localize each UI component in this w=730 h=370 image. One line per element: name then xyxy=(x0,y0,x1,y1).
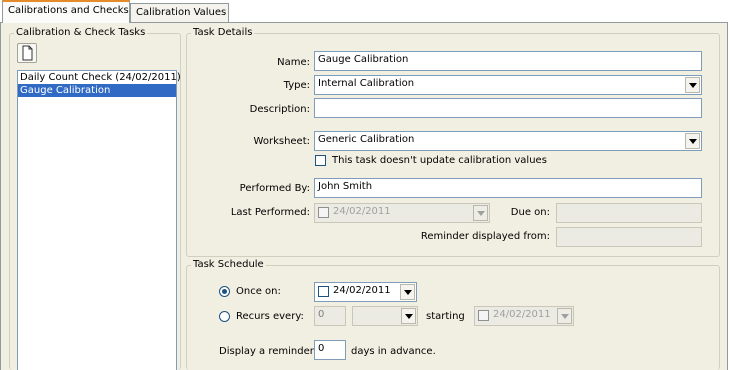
chevron-down-icon[interactable] xyxy=(401,308,416,324)
once-label: Once on: xyxy=(236,286,281,297)
chevron-down-icon xyxy=(557,308,572,324)
chevron-down-icon[interactable] xyxy=(400,284,415,300)
due-on-label: Due on: xyxy=(510,207,550,218)
recurs-label: Recurs every: xyxy=(236,311,304,322)
type-select[interactable]: Internal Calibration xyxy=(314,75,702,95)
chevron-down-icon[interactable] xyxy=(685,133,700,149)
description-label: Description: xyxy=(249,104,310,115)
last-performed-date[interactable]: 24/02/2011 xyxy=(314,203,490,223)
performed-by-field[interactable]: John Smith xyxy=(314,178,702,198)
reminder-from-field xyxy=(556,227,702,247)
list-item-selected[interactable]: Gauge Calibration xyxy=(18,84,176,97)
chevron-down-icon[interactable] xyxy=(685,77,700,93)
tab-strip: Calibrations and Checks Calibration Valu… xyxy=(0,0,730,23)
task-details-title: Task Details xyxy=(193,27,253,38)
reminder-prefix-label: Display a reminder xyxy=(219,346,314,357)
description-field[interactable] xyxy=(314,98,702,118)
name-field[interactable]: Gauge Calibration xyxy=(314,51,702,71)
reminder-from-label: Reminder displayed from: xyxy=(420,231,550,242)
starting-date-picker[interactable]: 24/02/2011 xyxy=(474,306,574,326)
starting-date-value: 24/02/2011 xyxy=(493,309,551,320)
type-label: Type: xyxy=(283,80,310,91)
no-update-label: This task doesn't update calibration val… xyxy=(332,155,547,166)
once-radio[interactable] xyxy=(219,286,230,297)
last-performed-label: Last Performed: xyxy=(230,207,310,218)
reminder-suffix-label: days in advance. xyxy=(351,346,436,357)
tasks-list[interactable]: Daily Count Check (24/02/2011) Gauge Cal… xyxy=(17,70,181,370)
due-on-field xyxy=(556,203,702,223)
worksheet-value: Generic Calibration xyxy=(318,134,415,145)
once-date-picker[interactable]: 24/02/2011 xyxy=(314,282,417,302)
tab-calibrations-and-checks[interactable]: Calibrations and Checks xyxy=(2,0,130,23)
starting-label: starting xyxy=(426,311,465,322)
list-item[interactable]: Daily Count Check (24/02/2011) xyxy=(18,71,181,84)
recurs-unit-select[interactable] xyxy=(352,306,418,326)
performed-by-label: Performed By: xyxy=(239,183,310,194)
last-performed-value: 24/02/2011 xyxy=(333,206,391,217)
task-schedule-title: Task Schedule xyxy=(193,259,264,270)
once-date-value: 24/02/2011 xyxy=(333,285,391,296)
recurs-radio[interactable] xyxy=(219,311,230,322)
starting-date-checkbox[interactable] xyxy=(478,310,489,321)
new-task-button[interactable] xyxy=(17,43,37,63)
type-value: Internal Calibration xyxy=(318,78,415,89)
chevron-down-icon xyxy=(473,205,488,221)
no-update-checkbox[interactable] xyxy=(315,155,326,166)
last-performed-checkbox[interactable] xyxy=(318,207,329,218)
once-date-checkbox[interactable] xyxy=(318,286,329,297)
tab-calibration-values[interactable]: Calibration Values xyxy=(130,3,229,23)
name-label: Name: xyxy=(277,57,310,68)
recurs-count-field[interactable]: 0 xyxy=(314,306,346,326)
tasks-group-title: Calibration & Check Tasks xyxy=(16,27,146,38)
new-document-icon xyxy=(22,45,33,61)
reminder-days-field[interactable]: 0 xyxy=(314,340,346,360)
worksheet-label: Worksheet: xyxy=(253,136,310,147)
worksheet-select[interactable]: Generic Calibration xyxy=(314,131,702,151)
